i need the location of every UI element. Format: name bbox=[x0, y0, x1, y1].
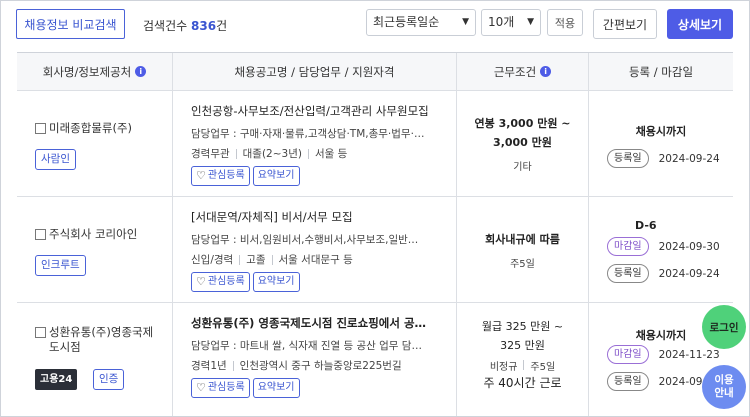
date-row: 마감일 2024-11-23 bbox=[607, 345, 720, 364]
page-size-select[interactable]: 10개 ▼ bbox=[481, 9, 541, 36]
work-hours: 주 40시간 근로 bbox=[483, 376, 562, 390]
date-label-pill: 마감일 bbox=[607, 237, 649, 256]
date-label-pill: 등록일 bbox=[607, 264, 649, 283]
apply-button[interactable]: 적용 bbox=[547, 9, 583, 36]
chevron-down-icon: ▼ bbox=[462, 17, 469, 27]
sort-select-value: 최근등록일순 bbox=[373, 15, 440, 29]
job-duty: 담당업무 : 마트내 쌀, 식자재 진열 등 공산 업무 담당할 ... bbox=[191, 340, 427, 352]
heart-icon: ♡ bbox=[196, 381, 206, 394]
header-posting: 채용공고명 / 담당업무 / 지원자격 bbox=[173, 53, 457, 90]
job-title-link[interactable]: 인천공항-사무보조/전산입력/고객관리 사무원모집 bbox=[191, 103, 431, 119]
table-row: 성환유통(주)영종국제도시점 고용24 인증 성환유통(주) 영종국제도시점 진… bbox=[17, 303, 733, 416]
source-tag[interactable]: 사람인 bbox=[35, 149, 76, 170]
job-meta: 신입/경력 고졸 서울 서대문구 등 bbox=[191, 254, 353, 266]
job-search-results-panel: 채용정보 비교검색 검색건수 836건 최근등록일순 ▼ 10개 ▼ 적용 간편… bbox=[0, 0, 750, 417]
date-row: 등록일 2024-09-24 bbox=[607, 264, 720, 283]
company-name: 미래종합물류(주) bbox=[35, 121, 163, 136]
header-dates: 등록 / 마감일 bbox=[628, 64, 694, 79]
select-checkbox[interactable] bbox=[35, 123, 46, 134]
select-checkbox[interactable] bbox=[35, 327, 46, 338]
source-tag[interactable]: 인크루트 bbox=[35, 255, 86, 276]
job-actions: ♡ 관심등록 요약보기 bbox=[191, 166, 300, 186]
date-label-pill: 마감일 bbox=[607, 345, 649, 364]
dates-cell: 채용시까지 등록일 2024-09-24 bbox=[589, 91, 733, 196]
salary: 월급 325 만원 ~325 만원 bbox=[481, 320, 564, 352]
info-icon[interactable]: i bbox=[540, 66, 552, 77]
company-name: 주식회사 코리아인 bbox=[35, 227, 163, 242]
bookmark-button[interactable]: ♡ 관심등록 bbox=[191, 166, 250, 186]
company-cell: 성환유통(주)영종국제도시점 고용24 인증 bbox=[17, 303, 173, 416]
info-icon[interactable]: i bbox=[135, 66, 147, 77]
date-row: 등록일 2024-09-24 bbox=[607, 149, 720, 168]
date-value: 2024-09-24 bbox=[658, 267, 720, 280]
job-title-link[interactable]: [서대문역/자체직] 비서/서무 모집 bbox=[191, 209, 431, 225]
result-count: 검색건수 836건 bbox=[143, 17, 227, 34]
select-checkbox[interactable] bbox=[35, 229, 46, 240]
date-label-pill: 등록일 bbox=[607, 149, 649, 168]
job-duty: 담당업무 : 비서,임원비서,수행비서,사무보조,일반사무,... bbox=[191, 234, 427, 246]
posting-cell: 성환유통(주) 영종국제도시점 진로쇼핑에서 공산 직... 담당업무 : 마트… bbox=[173, 303, 457, 416]
header-company: 회사명/정보제공처 i bbox=[17, 53, 173, 90]
deadline-text: D-6 bbox=[635, 219, 657, 232]
compare-search-button[interactable]: 채용정보 비교검색 bbox=[16, 9, 125, 39]
table-row: 주식회사 코리아인 인크루트 [서대문역/자체직] 비서/서무 모집 담당업무 … bbox=[17, 197, 733, 303]
sort-select[interactable]: 최근등록일순 ▼ bbox=[366, 9, 476, 36]
conditions-cell: 연봉 3,000 만원 ~3,000 만원 기타 bbox=[457, 91, 589, 196]
summary-button[interactable]: 요약보기 bbox=[252, 166, 300, 186]
date-row: 등록일 2024-09-2 bbox=[607, 372, 713, 391]
summary-button[interactable]: 요약보기 bbox=[252, 272, 300, 292]
results-toolbar: 채용정보 비교검색 검색건수 836건 최근등록일순 ▼ 10개 ▼ 적용 간편… bbox=[1, 1, 749, 49]
dates-cell: D-6 마감일 2024-09-30 등록일 2024-09-24 bbox=[589, 197, 733, 302]
heart-icon: ♡ bbox=[196, 275, 206, 288]
conditions-cell: 회사내규에 따름 주5일 bbox=[457, 197, 589, 302]
results-table: 회사명/정보제공처 i 채용공고명 / 담당업무 / 지원자격 근무조건 i 등… bbox=[17, 52, 733, 416]
job-actions: ♡ 관심등록 요약보기 bbox=[191, 272, 300, 292]
table-header: 회사명/정보제공처 i 채용공고명 / 담당업무 / 지원자격 근무조건 i 등… bbox=[17, 53, 733, 91]
job-title-link[interactable]: 성환유통(주) 영종국제도시점 진로쇼핑에서 공산 직... bbox=[191, 315, 431, 331]
conditions-cell: 월급 325 만원 ~325 만원 비정규 주5일 주 40시간 근로 bbox=[457, 303, 589, 416]
detail-view-button[interactable]: 상세보기 bbox=[667, 9, 733, 39]
job-actions: ♡ 관심등록 요약보기 bbox=[191, 378, 300, 398]
job-meta: 경력무관 대졸(2~3년) 서울 등 bbox=[191, 148, 348, 160]
deadline-text: 채용시까지 bbox=[635, 125, 687, 138]
work-type: 기타 bbox=[513, 162, 532, 173]
date-label-pill: 등록일 bbox=[607, 372, 649, 391]
salary: 연봉 3,000 만원 ~3,000 만원 bbox=[474, 117, 571, 149]
job-duty: 담당업무 : 구매·자재·물류,고객상담·TM,총무·법무·사무... bbox=[191, 128, 427, 140]
bookmark-button[interactable]: ♡ 관심등록 bbox=[191, 272, 250, 292]
bookmark-button[interactable]: ♡ 관심등록 bbox=[191, 378, 250, 398]
posting-cell: [서대문역/자체직] 비서/서무 모집 담당업무 : 비서,임원비서,수행비서,… bbox=[173, 197, 457, 302]
heart-icon: ♡ bbox=[196, 169, 206, 182]
certified-tag[interactable]: 인증 bbox=[93, 369, 125, 390]
company-name: 성환유통(주)영종국제도시점 bbox=[35, 325, 163, 355]
page-size-select-value: 10개 bbox=[488, 15, 515, 29]
date-value: 2024-09-30 bbox=[658, 240, 720, 253]
work-type: 비정규 주5일 bbox=[489, 360, 556, 373]
result-count-unit: 건 bbox=[216, 19, 228, 33]
guide-float-button[interactable]: 이용 안내 bbox=[702, 365, 746, 409]
date-row: 마감일 2024-09-30 bbox=[607, 237, 720, 256]
source-tag-dark: 고용24 bbox=[35, 369, 78, 390]
simple-view-button[interactable]: 간편보기 bbox=[593, 9, 657, 39]
salary: 회사내규에 따름 bbox=[485, 232, 560, 246]
table-row: 미래종합물류(주) 사람인 인천공항-사무보조/전산입력/고객관리 사무원모집 … bbox=[17, 91, 733, 197]
date-value: 2024-09-24 bbox=[658, 152, 720, 165]
login-float-button[interactable]: 로그인 bbox=[702, 305, 746, 349]
company-cell: 주식회사 코리아인 인크루트 bbox=[17, 197, 173, 302]
header-conditions: 근무조건 i bbox=[457, 53, 589, 90]
chevron-down-icon: ▼ bbox=[527, 17, 534, 27]
work-type: 주5일 bbox=[510, 258, 535, 270]
posting-cell: 인천공항-사무보조/전산입력/고객관리 사무원모집 담당업무 : 구매·자재·물… bbox=[173, 91, 457, 196]
result-count-value: 836 bbox=[191, 19, 217, 33]
date-value: 2024-11-23 bbox=[658, 348, 720, 361]
company-cell: 미래종합물류(주) 사람인 bbox=[17, 91, 173, 196]
summary-button[interactable]: 요약보기 bbox=[252, 378, 300, 398]
job-meta: 경력1년 인천광역시 중구 하늘중앙로225번길 bbox=[191, 360, 402, 372]
result-count-label: 검색건수 bbox=[143, 19, 188, 33]
